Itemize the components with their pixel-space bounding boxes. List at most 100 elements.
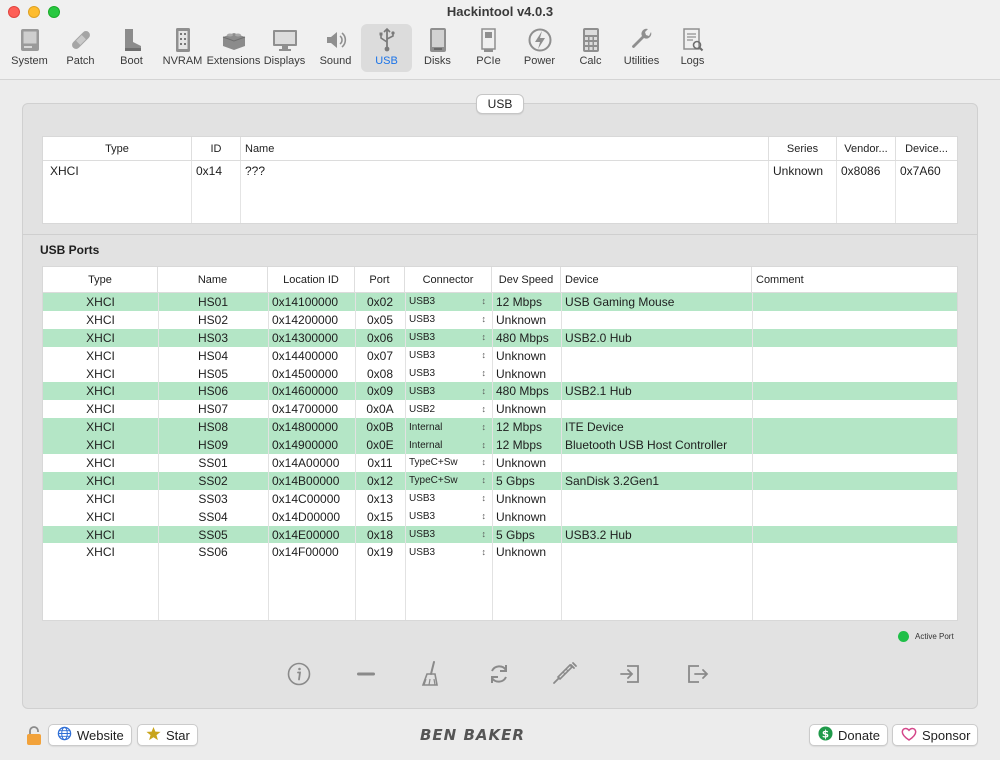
table-row[interactable]: XHCI SS01 0x14A00000 0x11 TypeC+Sw ↕ Unknown xyxy=(43,454,957,472)
action-bar xyxy=(280,657,720,693)
port-connector-select[interactable]: USB3 ↕ xyxy=(405,547,492,558)
chevron-updown-icon: ↕ xyxy=(481,368,487,378)
toolbar-item-power[interactable]: Power xyxy=(514,24,565,72)
broom-icon[interactable] xyxy=(414,657,448,691)
table-row[interactable]: XHCI HS06 0x14600000 0x09 USB3 ↕ 480 Mbps USB2.… xyxy=(43,382,957,401)
toolbar-item-nvram[interactable]: NVRAM xyxy=(157,24,208,72)
table-row[interactable]: XHCI HS07 0x14700000 0x0A USB2 ↕ Unknown xyxy=(43,400,957,418)
column-header-name[interactable]: Name xyxy=(158,267,268,292)
sponsor-button[interactable]: Sponsor xyxy=(892,724,978,746)
table-row[interactable]: XHCI SS04 0x14D00000 0x15 USB3 ↕ Unknown xyxy=(43,508,957,526)
table-row[interactable]: XHCI HS08 0x14800000 0x0B Internal ↕ 12 Mbps IT… xyxy=(43,418,957,437)
port-connector-select[interactable]: USB3 ↕ xyxy=(405,493,492,504)
toolbar-item-usb[interactable]: USB xyxy=(361,24,412,72)
table-row[interactable]: XHCI HS03 0x14300000 0x06 USB3 ↕ 480 Mbps USB2.… xyxy=(43,328,957,347)
table-row[interactable]: XHCI SS03 0x14C00000 0x13 USB3 ↕ Unknown xyxy=(43,490,957,508)
usb-ports-table[interactable]: Type Name Location ID Port Connector Dev… xyxy=(42,266,958,621)
port-connector-select[interactable]: USB3 ↕ xyxy=(405,511,492,522)
tab-usb[interactable]: USB xyxy=(476,94,524,114)
star-button[interactable]: Star xyxy=(137,724,198,746)
port-connector-select[interactable]: USB3 ↕ xyxy=(405,386,492,397)
port-number: 0x15 xyxy=(366,509,394,524)
toolbar-item-label: USB xyxy=(375,55,398,67)
port-name: HS09 xyxy=(197,438,229,453)
port-location-id: 0x14D00000 xyxy=(272,509,341,524)
port-type: XHCI xyxy=(86,294,115,309)
toolbar-item-pcie[interactable]: PCIe xyxy=(463,24,514,72)
column-header-dev-speed[interactable]: Dev Speed xyxy=(492,267,561,292)
website-button[interactable]: Website xyxy=(48,724,132,746)
port-number: 0x05 xyxy=(366,312,394,327)
column-header-series[interactable]: Series xyxy=(769,137,837,160)
table-row[interactable]: XHCI HS02 0x14200000 0x05 USB3 ↕ Unknown xyxy=(43,311,957,329)
table-row[interactable]: XHCI SS02 0x14B00000 0x12 TypeC+Sw ↕ 5 Gbps Sa… xyxy=(43,471,957,490)
toolbar-item-system[interactable]: System xyxy=(4,24,55,72)
table-row[interactable]: XHCI HS04 0x14400000 0x07 USB3 ↕ Unknown xyxy=(43,347,957,365)
connector-value: USB3 xyxy=(409,332,436,344)
port-connector-select[interactable]: USB3 ↕ xyxy=(405,332,492,343)
svg-text:$: $ xyxy=(822,728,829,740)
column-header-vendor[interactable]: Vendor... xyxy=(837,137,896,160)
toolbar-item-boot[interactable]: Boot xyxy=(106,24,157,72)
table-row[interactable]: XHCI SS06 0x14F00000 0x19 USB3 ↕ Unknown xyxy=(43,543,957,561)
column-header-name[interactable]: Name xyxy=(241,137,769,160)
minus-icon[interactable] xyxy=(349,657,383,691)
calculator-icon xyxy=(576,26,606,54)
chevron-updown-icon: ↕ xyxy=(481,439,487,450)
toolbar-item-extensions[interactable]: Extensions xyxy=(207,24,260,72)
window-title: Hackintool v4.0.3 xyxy=(446,4,554,19)
toolbar-item-label: Utilities xyxy=(623,55,660,67)
table-row[interactable]: XHCI HS01 0x14100000 0x02 USB3 ↕ 12 Mbps USB Ga… xyxy=(43,293,957,311)
column-header-connector[interactable]: Connector xyxy=(405,267,492,292)
connector-value: USB3 xyxy=(409,385,436,397)
column-header-comment[interactable]: Comment xyxy=(752,267,957,292)
usb-controller-table[interactable]: Type ID Name Series Vendor... Device... … xyxy=(42,136,958,224)
toolbar-item-patch[interactable]: Patch xyxy=(55,24,106,72)
toolbar-item-label: Sound xyxy=(319,55,352,67)
port-connector-select[interactable]: USB2 ↕ xyxy=(405,404,492,415)
bandage-icon xyxy=(66,26,96,54)
toolbar-item-logs[interactable]: Logs xyxy=(667,24,718,72)
connector-value: TypeC+Sw xyxy=(409,457,458,469)
syringe-icon[interactable] xyxy=(548,657,582,691)
refresh-icon[interactable] xyxy=(482,657,516,691)
active-port-legend-dot xyxy=(898,631,909,642)
export-icon[interactable] xyxy=(680,657,714,691)
import-icon[interactable] xyxy=(614,657,648,691)
connector-value: USB3 xyxy=(409,314,436,326)
column-header-port[interactable]: Port xyxy=(355,267,405,292)
port-connector-select[interactable]: TypeC+Sw ↕ xyxy=(405,457,492,468)
toolbar-item-disks[interactable]: Disks xyxy=(412,24,463,72)
toolbar-item-sound[interactable]: Sound xyxy=(310,24,361,72)
port-connector-select[interactable]: USB3 ↕ xyxy=(405,350,492,361)
column-header-type[interactable]: Type xyxy=(43,137,192,160)
globe-icon xyxy=(57,726,72,744)
port-location-id: 0x14100000 xyxy=(272,294,339,309)
port-name: SS03 xyxy=(198,491,228,506)
table-row[interactable]: XHCI SS05 0x14E00000 0x18 USB3 ↕ 5 Gbps USB3.2 … xyxy=(43,525,957,544)
column-header-device[interactable]: Device xyxy=(561,267,752,292)
lock-icon[interactable] xyxy=(25,724,43,746)
column-header-device[interactable]: Device... xyxy=(896,137,957,160)
column-header-location-id[interactable]: Location ID xyxy=(268,267,355,292)
toolbar-item-utilities[interactable]: Utilities xyxy=(616,24,667,72)
port-connector-select[interactable]: USB3 ↕ xyxy=(405,296,492,307)
table-row[interactable]: XHCI HS09 0x14900000 0x0E Internal ↕ 12 Mbps Bl… xyxy=(43,436,957,455)
port-connector-select[interactable]: USB3 ↕ xyxy=(405,314,492,325)
info-icon[interactable] xyxy=(282,657,316,691)
port-connector-select[interactable]: Internal ↕ xyxy=(405,440,492,451)
controller-row[interactable]: XHCI 0x14 ??? Unknown 0x8086 0x7A60 xyxy=(43,161,957,223)
donate-button[interactable]: $ Donate xyxy=(809,724,888,746)
port-name: SS04 xyxy=(198,509,228,524)
toolbar-item-displays[interactable]: Displays xyxy=(259,24,310,72)
port-number: 0x13 xyxy=(366,491,394,506)
port-connector-select[interactable]: USB3 ↕ xyxy=(405,368,492,379)
table-row[interactable]: XHCI HS05 0x14500000 0x08 USB3 ↕ Unknown xyxy=(43,365,957,383)
port-connector-select[interactable]: Internal ↕ xyxy=(405,422,492,433)
port-name: HS06 xyxy=(197,384,229,399)
port-connector-select[interactable]: USB3 ↕ xyxy=(405,529,492,540)
port-connector-select[interactable]: TypeC+Sw ↕ xyxy=(405,475,492,486)
column-header-id[interactable]: ID xyxy=(192,137,241,160)
toolbar-item-calc[interactable]: Calc xyxy=(565,24,616,72)
column-header-type[interactable]: Type xyxy=(43,267,158,292)
